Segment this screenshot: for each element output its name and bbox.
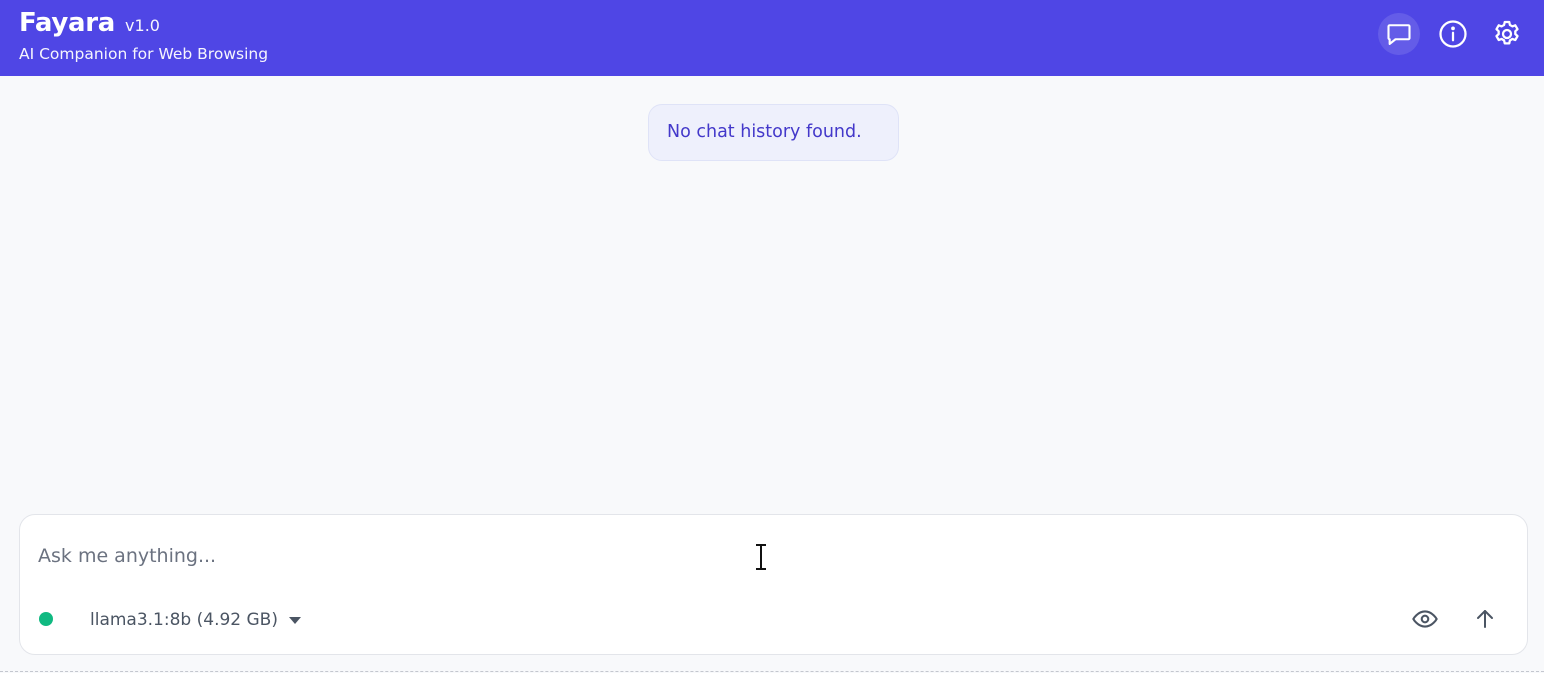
chat-composer: llama3.1:8b (4.92 GB)	[19, 514, 1528, 655]
model-status-dot	[39, 612, 53, 626]
app-tagline: AI Companion for Web Browsing	[19, 45, 269, 63]
text-cursor-icon	[756, 544, 766, 570]
brand: Fayara v1.0 AI Companion for Web Browsin…	[19, 6, 268, 64]
empty-history-notice: No chat history found.	[648, 104, 899, 161]
bottom-divider	[0, 671, 1544, 672]
settings-button[interactable]	[1486, 13, 1528, 55]
chat-button[interactable]	[1378, 13, 1420, 55]
gear-icon	[1495, 20, 1519, 45]
app-window: Fayara v1.0 AI Companion for Web Browsin…	[0, 0, 1544, 673]
model-selector[interactable]: llama3.1:8b (4.92 GB)	[90, 607, 301, 633]
app-name: Fayara	[19, 8, 116, 38]
arrow-up-icon	[1477, 610, 1493, 628]
info-icon	[1439, 20, 1467, 48]
page-context-toggle-button[interactable]	[1409, 603, 1441, 635]
caret-down-icon	[288, 616, 301, 624]
model-selected-label: llama3.1:8b (4.92 GB)	[90, 610, 278, 630]
eye-icon	[1412, 610, 1438, 628]
chat-bubble-icon	[1387, 24, 1411, 45]
app-version: v1.0	[125, 16, 160, 35]
send-button[interactable]	[1469, 603, 1501, 635]
info-button[interactable]	[1432, 13, 1474, 55]
app-header: Fayara v1.0 AI Companion for Web Browsin…	[0, 0, 1544, 76]
